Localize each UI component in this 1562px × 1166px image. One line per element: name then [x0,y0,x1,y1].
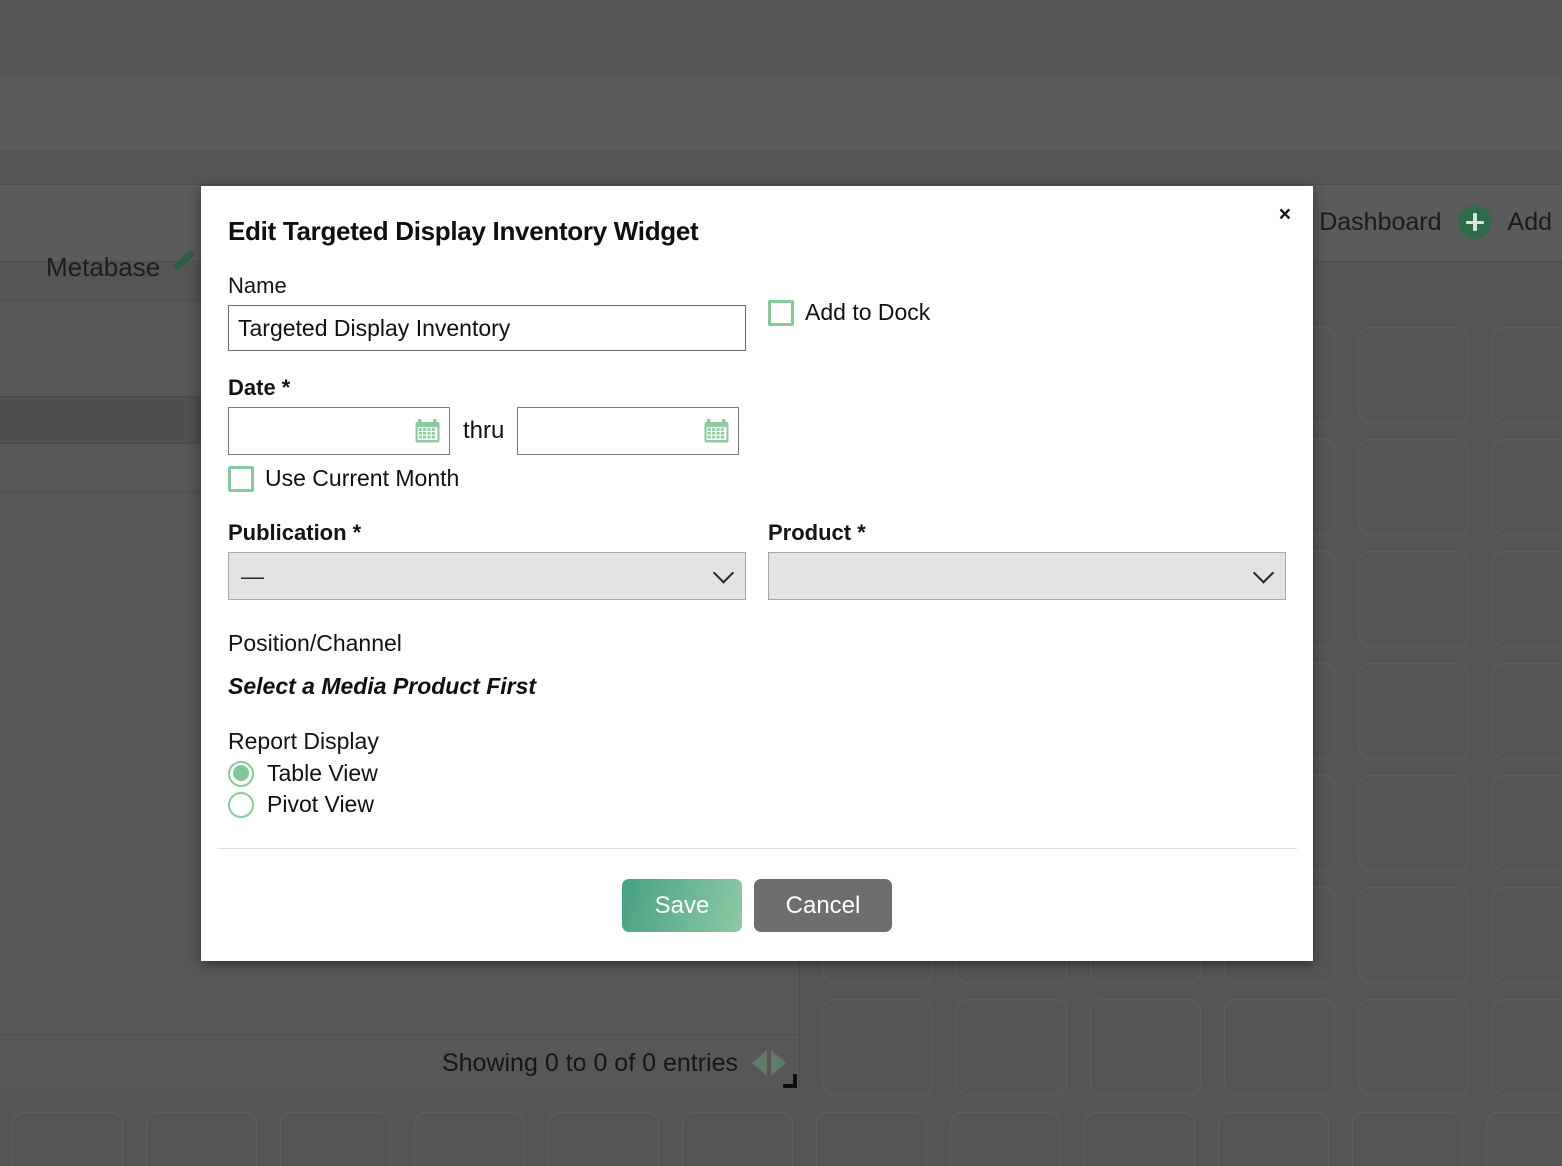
widget-placeholder-cell [146,1112,257,1166]
report-display-option-pivot[interactable]: Pivot View [228,791,1286,818]
table-view-radio[interactable] [228,761,254,787]
publication-label: Publication * [228,520,746,546]
add-label[interactable]: Add [1508,208,1552,237]
widget-placeholder-cell [1218,1112,1329,1166]
table-view-label: Table View [267,760,378,787]
widget-placeholder-cell [414,1112,525,1166]
publication-field-group: Publication * — [228,520,746,600]
widget-placeholder-cell [1084,1112,1195,1166]
triangle-right-icon[interactable] [771,1050,786,1076]
background-band-top [0,76,1562,150]
calendar-icon[interactable] [703,418,730,444]
date-separator-label: thru [463,417,504,445]
add-to-dock-checkbox[interactable] [768,300,794,326]
widget-placeholder-cell [1358,999,1469,1095]
edit-widget-dialog: × Edit Targeted Display Inventory Widget… [201,186,1313,961]
date-range-row: thru [228,407,1286,455]
product-field-group: Product * [768,520,1286,600]
app-root: Dashboard Add Metabase Inventor Showing … [0,0,1562,1166]
close-icon[interactable]: × [1275,200,1295,229]
widget-placeholder-cell [816,1112,927,1166]
position-channel-label: Position/Channel [228,630,1286,657]
use-current-month-checkbox[interactable] [228,466,254,492]
widget-placeholder-cell [950,1112,1061,1166]
resize-handle-icon[interactable] [783,1074,797,1088]
position-channel-note: Select a Media Product First [228,673,1286,700]
widget-placeholder-cell [1486,1112,1562,1166]
add-to-dock-row[interactable]: Add to Dock [768,299,930,326]
publication-product-row: Publication * — Product * [228,520,1286,600]
product-select[interactable] [768,552,1286,600]
chevron-down-icon [713,562,734,583]
widget-placeholder-cell [682,1112,793,1166]
widget-placeholder-cell [1492,775,1562,871]
pivot-view-label: Pivot View [267,791,374,818]
name-label: Name [228,273,746,299]
widget-placeholder-cell [1358,887,1469,983]
widget-placeholder-cell [1492,999,1562,1095]
chevron-down-icon [1253,562,1274,583]
dashboard-toolbar: Dashboard Add [1319,190,1562,254]
date-section: Date * [228,375,1286,492]
name-input[interactable] [228,305,746,351]
add-to-dock-label: Add to Dock [805,299,930,326]
widget-placeholder-cell [1492,551,1562,647]
save-button[interactable]: Save [622,879,742,932]
widget-placeholder-cell [1492,327,1562,423]
calendar-icon[interactable] [414,418,441,444]
widget-placeholder-cell [280,1112,391,1166]
widget-placeholder-cell [12,1112,123,1166]
breadcrumb-app-name[interactable]: Metabase [46,252,160,283]
dashboard-label[interactable]: Dashboard [1319,208,1441,237]
widget-placeholder-cell [1492,439,1562,535]
dialog-footer: Save Cancel [217,848,1297,961]
widget-placeholder-cell [956,999,1067,1095]
widget-placeholder-cell [1358,327,1469,423]
breadcrumb: Metabase [46,252,198,283]
entries-status: Showing 0 to 0 of 0 entries [442,1049,738,1078]
cancel-button[interactable]: Cancel [754,879,892,932]
widget-placeholder-cell [1358,663,1469,759]
widget-placeholder-cell [548,1112,659,1166]
widget-placeholder-cell [1358,775,1469,871]
use-current-month-row[interactable]: Use Current Month [228,465,1286,492]
table-footer: Showing 0 to 0 of 0 entries [0,1035,800,1091]
product-label: Product * [768,520,1286,546]
date-start-field[interactable] [228,407,450,455]
plus-circle-icon[interactable] [1458,205,1492,239]
name-field-group: Name [228,273,746,351]
widget-placeholder-cell [1224,999,1335,1095]
publication-selected-value: — [241,563,264,590]
date-end-field[interactable] [517,407,739,455]
pivot-view-radio[interactable] [228,792,254,818]
report-display-option-table[interactable]: Table View [228,760,1286,787]
use-current-month-label: Use Current Month [265,465,459,492]
date-label: Date * [228,375,1286,401]
widget-placeholder-cell [1090,999,1201,1095]
widget-placeholder-cell [1358,439,1469,535]
pagination [752,1050,786,1076]
publication-select[interactable]: — [228,552,746,600]
pencil-icon[interactable] [172,255,198,281]
triangle-left-icon[interactable] [752,1050,767,1076]
page-title: Edit Targeted Display Inventory Widget [228,216,1286,247]
name-row: Name Add to Dock [228,273,1286,351]
report-display-label: Report Display [228,728,1286,755]
widget-placeholder-cell [822,999,933,1095]
dialog-body: Edit Targeted Display Inventory Widget N… [201,186,1313,818]
widget-placeholder-cell [1492,663,1562,759]
widget-placeholder-cell [1352,1112,1463,1166]
widget-placeholder-cell [1492,887,1562,983]
widget-placeholder-cell [1358,551,1469,647]
